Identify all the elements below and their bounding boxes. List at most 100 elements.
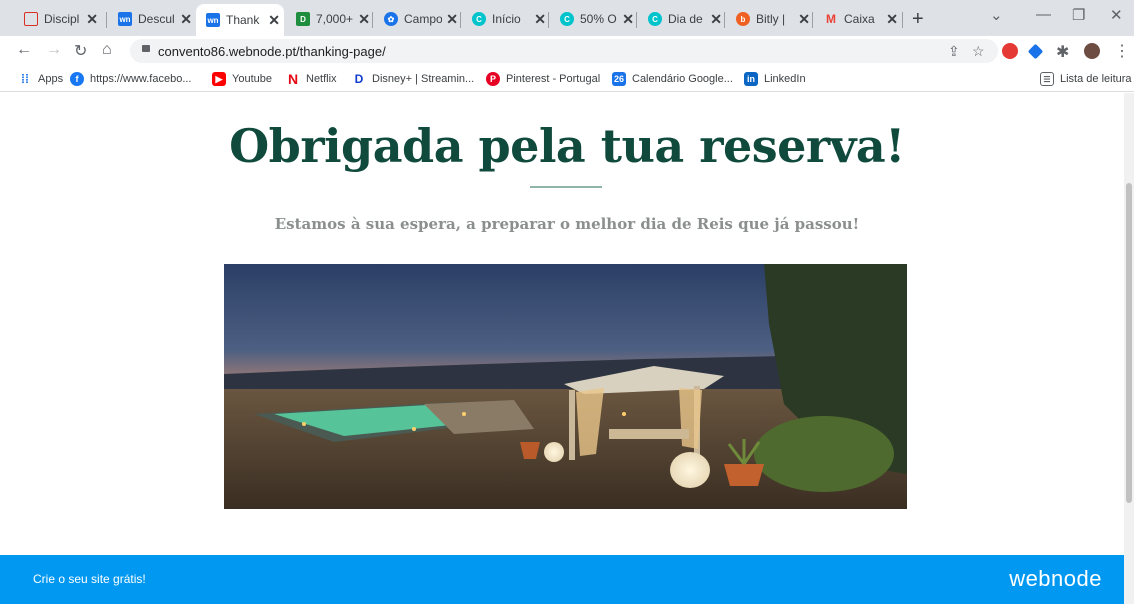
bookmark-netflix[interactable]: N Netflix bbox=[286, 71, 337, 87]
tab-inicio[interactable]: C Início ✕ bbox=[462, 6, 550, 32]
bookmark-apps[interactable]: ⁞⁞ Apps bbox=[18, 72, 63, 86]
gmail-icon: M bbox=[826, 12, 836, 26]
webnode-icon: wn bbox=[118, 12, 132, 26]
window-close-icon[interactable]: ✕ bbox=[1110, 6, 1123, 24]
page-subtitle: Estamos à sua espera, a preparar o melho… bbox=[274, 215, 860, 233]
tab-label: Descul bbox=[138, 12, 175, 26]
address-bar[interactable]: convento86.webnode.pt/thanking-page/ ⇪ ☆ bbox=[130, 39, 998, 63]
bookmark-youtube[interactable]: ▶ Youtube bbox=[212, 72, 272, 86]
close-icon[interactable]: ✕ bbox=[534, 11, 546, 28]
close-icon[interactable]: ✕ bbox=[798, 11, 810, 28]
hero-photo bbox=[224, 264, 907, 509]
share-icon[interactable]: ⇪ bbox=[948, 43, 960, 60]
tab-7000[interactable]: D 7,000+ ✕ bbox=[286, 6, 374, 32]
tab-label: Campo bbox=[404, 12, 443, 26]
netflix-icon: N bbox=[287, 71, 299, 87]
bitly-icon: b bbox=[736, 12, 750, 26]
close-icon[interactable]: ✕ bbox=[622, 11, 634, 28]
linkedin-icon: in bbox=[744, 72, 758, 86]
page-scrollbar[interactable] bbox=[1124, 93, 1134, 604]
tab-dia-de[interactable]: C Dia de ✕ bbox=[638, 6, 726, 32]
home-icon[interactable]: ⌂ bbox=[102, 41, 112, 59]
tab-strip: Discipl ✕ wn Descul ✕ wn Thank ✕ D 7,000… bbox=[0, 0, 1134, 36]
extensions-puzzle-icon[interactable]: ✱ bbox=[1056, 42, 1069, 62]
scrollbar-thumb[interactable] bbox=[1126, 183, 1132, 503]
reading-list-label: Lista de leitura bbox=[1060, 73, 1132, 85]
page-title: Obrigada pela tua reserva! bbox=[229, 119, 905, 173]
adblock-icon[interactable] bbox=[1002, 43, 1018, 59]
blue-flower-icon: ✿ bbox=[384, 12, 398, 26]
tab-label: Discipl bbox=[44, 12, 80, 26]
bookmark-label: LinkedIn bbox=[764, 73, 806, 85]
close-icon[interactable]: ✕ bbox=[886, 11, 898, 28]
close-icon[interactable]: ✕ bbox=[86, 11, 98, 28]
bookmark-calendar[interactable]: 26 Calendário Google... bbox=[612, 72, 733, 86]
back-arrow-icon[interactable]: ← bbox=[16, 41, 32, 59]
canva-icon: C bbox=[560, 12, 574, 26]
close-icon[interactable]: ✕ bbox=[446, 11, 458, 28]
bookmark-star-icon[interactable]: ☆ bbox=[972, 43, 985, 60]
bookmark-disney[interactable]: D Disney+ | Streamin... bbox=[352, 72, 475, 86]
bookmarks-bar: ⁞⁞ Apps f https://www.facebo... ▶ Youtub… bbox=[0, 66, 1134, 92]
address-url[interactable]: convento86.webnode.pt/thanking-page/ bbox=[158, 44, 386, 59]
reading-list[interactable]: ☰ Lista de leitura bbox=[1040, 72, 1132, 86]
tab-label: Thank bbox=[226, 13, 260, 27]
tab-label: 50% O bbox=[580, 12, 617, 26]
close-icon[interactable]: ✕ bbox=[710, 11, 722, 28]
bookmark-label: Youtube bbox=[232, 73, 272, 85]
close-icon[interactable]: ✕ bbox=[268, 12, 280, 29]
tab-search-chevron-icon[interactable]: ⌄ bbox=[990, 6, 1003, 24]
tab-label: Bitly | bbox=[756, 12, 786, 26]
new-tab-plus-icon[interactable]: + bbox=[912, 8, 924, 31]
close-icon[interactable]: ✕ bbox=[358, 11, 370, 28]
tab-caixa[interactable]: M Caixa ✕ bbox=[814, 6, 902, 32]
facebook-icon: f bbox=[70, 72, 84, 86]
forward-arrow-icon[interactable]: → bbox=[46, 41, 62, 59]
canva-icon: C bbox=[472, 12, 486, 26]
canva-icon: C bbox=[648, 12, 662, 26]
minimize-icon[interactable]: — bbox=[1036, 6, 1051, 23]
bookmark-pinterest[interactable]: P Pinterest - Portugal bbox=[486, 72, 600, 86]
tab-thanking-page[interactable]: wn Thank ✕ bbox=[196, 4, 284, 36]
footer-banner: Crie o seu site grátis! webnode bbox=[0, 555, 1124, 604]
youtube-icon: ▶ bbox=[212, 72, 226, 86]
extension-diamond-icon[interactable] bbox=[1027, 43, 1044, 60]
tab-disciplina[interactable]: Discipl ✕ bbox=[14, 6, 102, 32]
tab-label: Caixa bbox=[844, 12, 875, 26]
maximize-icon[interactable]: ❐ bbox=[1072, 6, 1085, 24]
bookmark-label: Apps bbox=[38, 73, 64, 85]
tab-label: Início bbox=[492, 12, 521, 26]
page-content: Obrigada pela tua reserva! Estamos à sua… bbox=[0, 93, 1124, 604]
tab-label: Dia de bbox=[668, 12, 703, 26]
reading-list-icon: ☰ bbox=[1040, 72, 1054, 86]
reload-icon[interactable]: ↻ bbox=[74, 41, 87, 61]
avatar[interactable] bbox=[1084, 43, 1100, 59]
browser-toolbar: ← → ↻ ⌂ convento86.webnode.pt/thanking-p… bbox=[0, 36, 1134, 66]
calendar-icon: 26 bbox=[612, 72, 626, 86]
apps-grid-icon: ⁞⁞ bbox=[21, 72, 29, 86]
resort-night-photo bbox=[224, 264, 907, 509]
bookmark-label: Pinterest - Portugal bbox=[506, 73, 601, 85]
tab-bitly[interactable]: b Bitly | ✕ bbox=[726, 6, 814, 32]
bookmark-linkedin[interactable]: in LinkedIn bbox=[744, 72, 806, 86]
pinterest-icon: P bbox=[486, 72, 500, 86]
square-outline-icon bbox=[24, 12, 38, 26]
create-site-link[interactable]: Crie o seu site grátis! bbox=[33, 572, 146, 586]
menu-kebab-icon[interactable]: ⋮ bbox=[1114, 41, 1130, 61]
tab-label: 7,000+ bbox=[316, 12, 354, 26]
title-underline bbox=[530, 186, 602, 188]
tab-campo[interactable]: ✿ Campo ✕ bbox=[374, 6, 462, 32]
bookmark-label: https://www.facebo... bbox=[90, 73, 192, 85]
bookmark-label: Disney+ | Streamin... bbox=[372, 73, 475, 85]
lock-icon bbox=[142, 45, 150, 52]
tab-50-off[interactable]: C 50% O ✕ bbox=[550, 6, 638, 32]
green-square-icon: D bbox=[296, 12, 310, 26]
close-icon[interactable]: ✕ bbox=[180, 11, 192, 28]
bookmark-label: Calendário Google... bbox=[632, 73, 733, 85]
disney-icon: D bbox=[354, 72, 364, 86]
bookmark-facebook[interactable]: f https://www.facebo... bbox=[70, 72, 192, 86]
webnode-logo[interactable]: webnode bbox=[1009, 566, 1102, 592]
webnode-icon: wn bbox=[206, 13, 220, 27]
tab-descubra[interactable]: wn Descul ✕ bbox=[108, 6, 196, 32]
bookmark-label: Netflix bbox=[306, 73, 337, 85]
